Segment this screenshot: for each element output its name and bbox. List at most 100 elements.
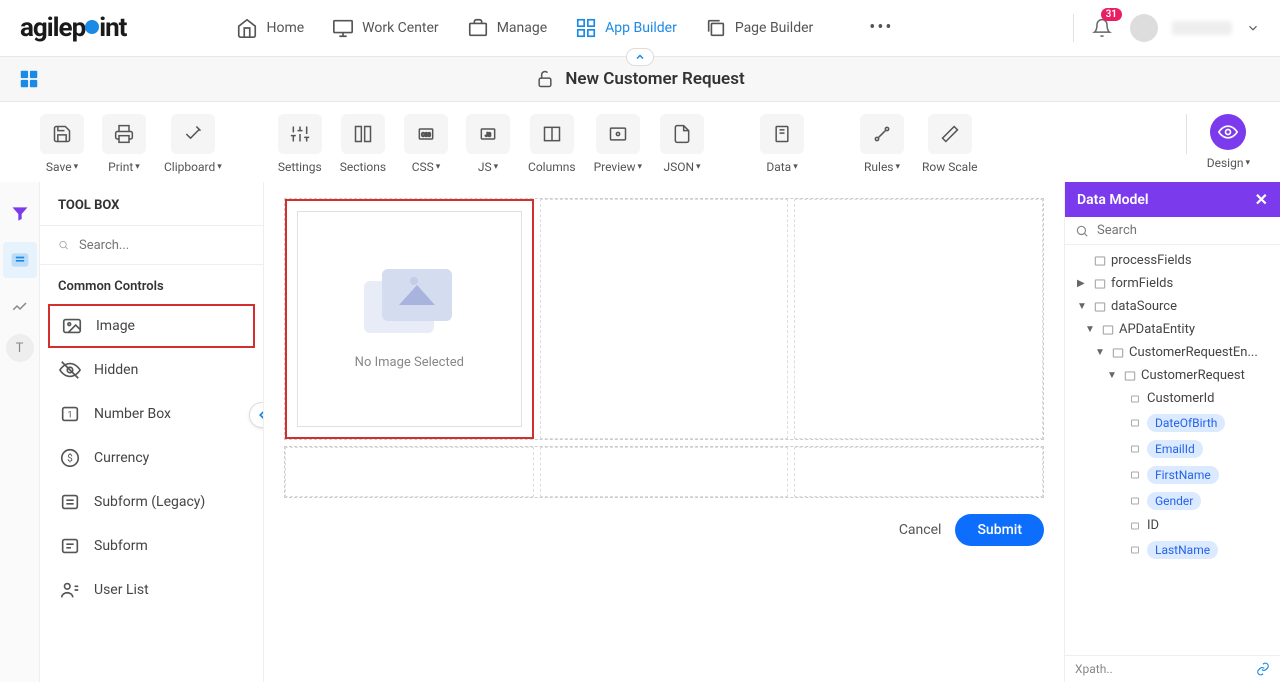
tree-node-processfields[interactable]: processFields <box>1071 249 1274 272</box>
tool-item-label: Subform <box>94 538 148 554</box>
tool-item-number-box[interactable]: 1 Number Box <box>40 392 263 436</box>
tree-field-id[interactable]: ID <box>1071 514 1274 537</box>
tree-field-customerid[interactable]: CustomerId <box>1071 387 1274 410</box>
tool-item-subform[interactable]: Subform <box>40 524 263 568</box>
toolbox-search[interactable] <box>40 226 263 265</box>
data-model-search[interactable] <box>1065 217 1280 245</box>
toolbar-sections[interactable]: Sections <box>340 114 386 174</box>
apps-grid-button[interactable] <box>18 68 40 90</box>
nav-home[interactable]: Home <box>236 17 304 39</box>
nav-label: Manage <box>497 20 547 36</box>
notifications-button[interactable]: 31 <box>1088 14 1116 42</box>
tool-item-user-list[interactable]: User List <box>40 568 263 612</box>
subform-icon <box>58 534 82 558</box>
drop-cell[interactable] <box>540 199 789 439</box>
toolbox-title: TOOL BOX <box>40 198 263 226</box>
tree-node-apdataentity[interactable]: ▼APDataEntity <box>1071 318 1274 341</box>
chevron-down-icon <box>1246 21 1260 35</box>
tool-item-label: User List <box>94 582 149 598</box>
image-widget-placeholder[interactable]: No Image Selected <box>285 199 534 439</box>
rail-toolbox[interactable] <box>3 242 37 278</box>
toolbar: Save▾ Print▾ Clipboard▾ Settings Section… <box>0 102 1280 182</box>
eye-icon <box>1218 122 1238 142</box>
submit-button[interactable]: Submit <box>955 514 1044 546</box>
collapse-header-button[interactable] <box>626 48 654 66</box>
cancel-button[interactable]: Cancel <box>899 522 942 538</box>
tree-node-customerrequesten[interactable]: ▼CustomerRequestEn... <box>1071 341 1274 364</box>
chevron-up-icon <box>634 51 646 63</box>
tree-field-emailid[interactable]: EmailId <box>1071 436 1274 462</box>
tree-node-datasource[interactable]: ▼dataSource <box>1071 295 1274 318</box>
divider <box>1186 114 1187 154</box>
tree-field-lastname[interactable]: LastName <box>1071 537 1274 563</box>
nav-more-button[interactable]: ••• <box>869 17 893 39</box>
data-search-input[interactable] <box>1097 223 1270 238</box>
avatar[interactable] <box>1130 14 1158 42</box>
toolbar-print[interactable]: Print▾ <box>102 114 146 174</box>
sections-icon <box>353 124 373 144</box>
tool-item-subform-legacy[interactable]: Subform (Legacy) <box>40 480 263 524</box>
tree-node-formfields[interactable]: ▶formFields <box>1071 272 1274 295</box>
xpath-link-button[interactable] <box>1256 662 1270 676</box>
tool-item-currency[interactable]: $ Currency <box>40 436 263 480</box>
subheader: New Customer Request <box>0 56 1280 102</box>
tree-node-customerrequest[interactable]: ▼CustomerRequest <box>1071 364 1274 387</box>
tool-label: Columns <box>528 160 576 174</box>
toolbar-rules[interactable]: Rules▾ <box>860 114 904 174</box>
svg-text:$: $ <box>67 452 73 465</box>
drop-cell[interactable] <box>794 199 1043 439</box>
tree-field-gender[interactable]: Gender <box>1071 488 1274 514</box>
nav-manage[interactable]: Manage <box>467 17 547 39</box>
drop-cell[interactable] <box>794 447 1043 497</box>
nav-work-center[interactable]: Work Center <box>332 17 439 39</box>
drop-cell[interactable] <box>540 447 789 497</box>
drop-cell[interactable] <box>285 447 534 497</box>
tree-field-firstname[interactable]: FirstName <box>1071 462 1274 488</box>
main-nav: Home Work Center Manage App Builder Page… <box>236 17 893 39</box>
toolbar-json[interactable]: JSON▾ <box>660 114 704 174</box>
tool-item-image[interactable]: Image <box>48 304 255 348</box>
form-canvas: No Image Selected Cancel Submit <box>264 182 1064 682</box>
svg-text:JS: JS <box>485 133 491 139</box>
rules-icon <box>872 124 892 144</box>
monitor-icon <box>332 17 354 39</box>
toolbar-js[interactable]: JSJS▾ <box>466 114 510 174</box>
toolbar-data[interactable]: Data▾ <box>760 114 804 174</box>
unlock-icon <box>535 69 555 89</box>
toolbar-css[interactable]: CSSCSS▾ <box>404 114 448 174</box>
user-menu-toggle[interactable] <box>1246 21 1260 35</box>
main-area: T TOOL BOX Common Controls Image Hidden … <box>0 182 1280 682</box>
sidebar-rail: T <box>0 182 40 682</box>
rail-text[interactable]: T <box>6 334 34 362</box>
js-icon: JS <box>478 124 498 144</box>
toolbar-design[interactable]: Design▾ <box>1207 114 1250 170</box>
toolbar-settings[interactable]: Settings <box>278 114 322 174</box>
tree-field-dateofbirth[interactable]: DateOfBirth <box>1071 410 1274 436</box>
toolbar-columns[interactable]: Columns <box>528 114 576 174</box>
ruler-icon <box>940 124 960 144</box>
search-icon <box>1075 224 1089 238</box>
nav-app-builder[interactable]: App Builder <box>575 17 677 39</box>
tool-item-hidden[interactable]: Hidden <box>40 348 263 392</box>
rail-chart[interactable] <box>3 288 37 324</box>
xpath-label: Xpath.. <box>1075 662 1113 676</box>
rail-filter[interactable] <box>3 196 37 232</box>
preview-icon <box>608 124 628 144</box>
tool-label: Preview <box>594 160 636 174</box>
toolbar-row-scale[interactable]: Row Scale <box>922 114 977 174</box>
nav-page-builder[interactable]: Page Builder <box>705 17 813 39</box>
toolbar-preview[interactable]: Preview▾ <box>594 114 642 174</box>
grid-icon <box>18 68 40 90</box>
toolbar-clipboard[interactable]: Clipboard▾ <box>164 114 222 174</box>
close-panel-button[interactable]: ✕ <box>1255 190 1268 209</box>
toolbox-search-input[interactable] <box>79 238 245 253</box>
copy-icon <box>705 17 727 39</box>
divider <box>1073 14 1074 42</box>
image-placeholder: No Image Selected <box>297 211 522 427</box>
toolbox-section-label: Common Controls <box>40 265 263 304</box>
tool-label: Data <box>766 160 791 174</box>
tool-item-label: Subform (Legacy) <box>94 494 205 510</box>
tool-label: JS <box>478 160 492 174</box>
toolbar-save[interactable]: Save▾ <box>40 114 84 174</box>
data-tree: processFields ▶formFields ▼dataSource ▼A… <box>1065 245 1280 655</box>
